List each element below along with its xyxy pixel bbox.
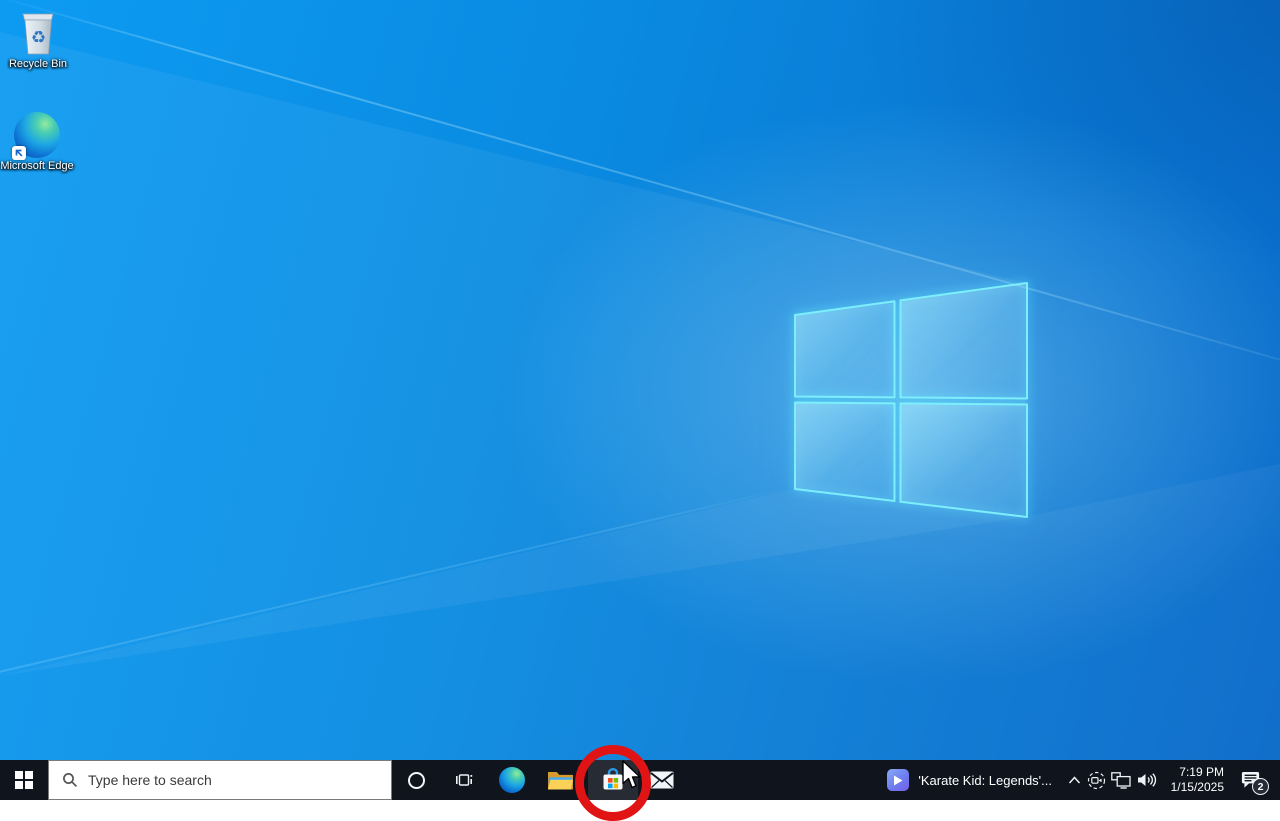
windows-logo bbox=[0, 0, 1280, 800]
edge-icon bbox=[14, 112, 60, 158]
task-view-button[interactable] bbox=[440, 760, 488, 800]
windows-start-icon bbox=[15, 771, 33, 789]
clock-time: 7:19 PM bbox=[1160, 765, 1224, 780]
network-icon bbox=[1111, 772, 1131, 789]
desktop-icon-label: Microsoft Edge bbox=[0, 160, 75, 173]
edge-taskbar-button[interactable] bbox=[488, 760, 536, 800]
notification-badge: 2 bbox=[1252, 778, 1269, 795]
desktop-icon-label: Recycle Bin bbox=[0, 58, 76, 71]
media-title: 'Karate Kid: Legends'... bbox=[918, 773, 1052, 788]
search-input[interactable] bbox=[88, 761, 391, 799]
mail-icon bbox=[650, 771, 674, 789]
meet-now-button[interactable] bbox=[1084, 760, 1108, 800]
desktop-icon-recycle-bin[interactable]: ♻ Recycle Bin bbox=[0, 8, 76, 71]
media-player-button[interactable]: 'Karate Kid: Legends'... bbox=[875, 760, 1064, 800]
cursor-icon bbox=[621, 760, 644, 791]
search-icon bbox=[62, 772, 78, 788]
clock[interactable]: 7:19 PM 1/15/2025 bbox=[1160, 760, 1230, 800]
network-button[interactable] bbox=[1108, 760, 1134, 800]
recycle-bin-icon: ♻ bbox=[0, 8, 76, 56]
svg-text:♻: ♻ bbox=[31, 28, 46, 48]
volume-button[interactable] bbox=[1134, 760, 1160, 800]
clock-date: 1/15/2025 bbox=[1160, 780, 1224, 795]
taskbar-spacer bbox=[686, 760, 875, 800]
desktop-icon-microsoft-edge[interactable]: Microsoft Edge bbox=[0, 108, 75, 173]
shortcut-arrow-icon bbox=[12, 146, 26, 160]
task-view-icon bbox=[455, 771, 473, 789]
taskbar-edge-padding bbox=[1272, 760, 1280, 800]
desktop-wallpaper: ♻ Recycle Bin Microsoft Edge bbox=[0, 0, 1280, 800]
action-center-button[interactable]: 2 bbox=[1230, 760, 1272, 800]
start-button[interactable] bbox=[0, 760, 48, 800]
edge-icon bbox=[499, 767, 525, 793]
folder-icon bbox=[547, 769, 574, 791]
tray-expand-button[interactable] bbox=[1064, 760, 1084, 800]
meet-now-icon bbox=[1087, 771, 1106, 790]
cortana-icon bbox=[408, 772, 425, 789]
chevron-up-icon bbox=[1068, 776, 1081, 784]
volume-icon bbox=[1137, 772, 1157, 788]
play-icon bbox=[887, 769, 909, 791]
cortana-button[interactable] bbox=[392, 760, 440, 800]
search-box[interactable] bbox=[48, 760, 392, 800]
